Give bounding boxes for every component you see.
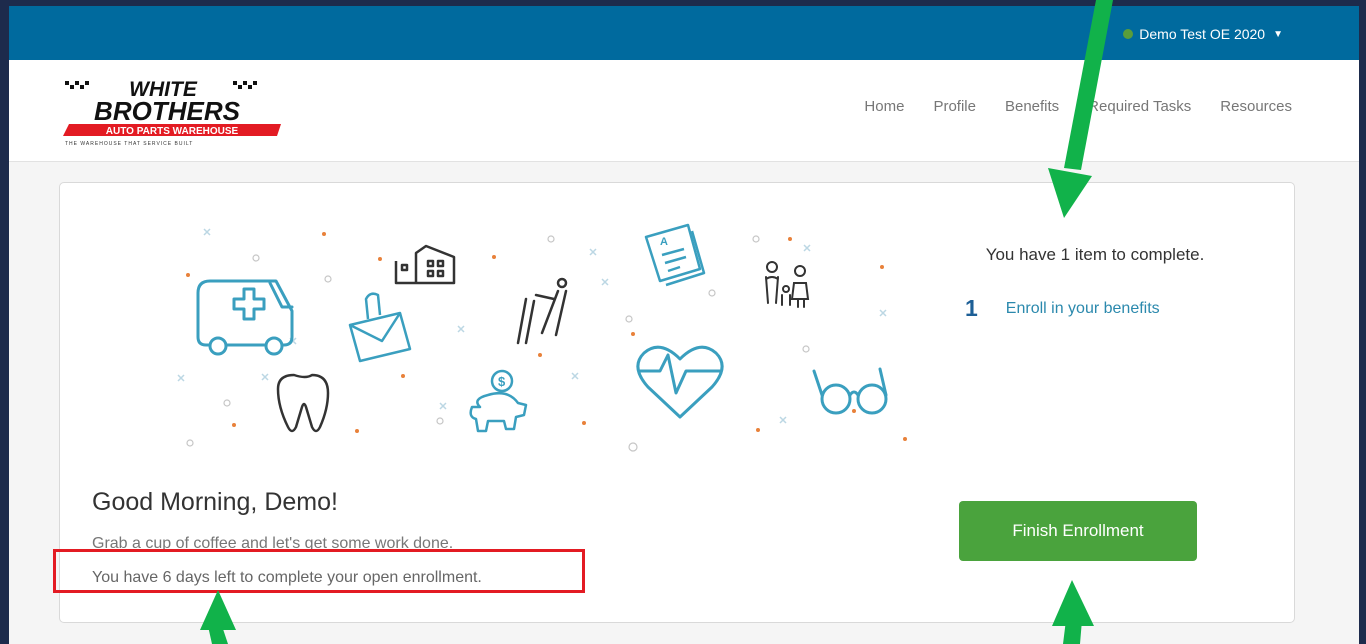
piggy-bank-icon: $ bbox=[469, 369, 528, 433]
logo-line-3: AUTO PARTS WAREHOUSE bbox=[106, 126, 239, 137]
finish-enrollment-button[interactable]: Finish Enrollment bbox=[959, 501, 1197, 561]
greeting-heading: Good Morning, Demo! bbox=[92, 488, 338, 516]
tooth-icon bbox=[276, 373, 330, 433]
svg-text:$: $ bbox=[498, 374, 506, 389]
heart-monitor-icon bbox=[636, 345, 724, 419]
top-bar: Demo Test OE 2020 ▼ bbox=[9, 6, 1359, 60]
enroll-benefits-link[interactable]: Enroll in your benefits bbox=[1006, 300, 1160, 318]
benefits-illustration: A $ bbox=[177, 223, 907, 452]
welcome-card: A $ Good Morning, Demo! Grab a cup of co… bbox=[59, 182, 1295, 623]
svg-text:A: A bbox=[660, 236, 668, 248]
caret-down-icon: ▼ bbox=[1273, 28, 1283, 40]
logo-line-2: BROTHERS bbox=[94, 96, 241, 126]
nav-profile[interactable]: Profile bbox=[933, 98, 976, 115]
crutches-icon bbox=[516, 277, 568, 345]
task-number: 1 bbox=[965, 295, 978, 321]
main-nav: Home Profile Benefits Required Tasks Res… bbox=[864, 98, 1292, 115]
greeting-subtext: Grab a cup of coffee and let's get some … bbox=[92, 535, 454, 552]
task-item: 1 Enroll in your benefits bbox=[965, 295, 1160, 322]
app-window: Demo Test OE 2020 ▼ WHITE BROTHERS AUTO … bbox=[9, 6, 1359, 644]
nav-benefits[interactable]: Benefits bbox=[1005, 98, 1059, 115]
logo-tagline: THE WAREHOUSE THAT SERVICE BUILT bbox=[65, 141, 193, 147]
decorative-sprinkles bbox=[177, 228, 907, 452]
company-logo[interactable]: WHITE BROTHERS AUTO PARTS WAREHOUSE THE … bbox=[59, 76, 281, 148]
nav-required-tasks[interactable]: Required Tasks bbox=[1088, 98, 1191, 115]
site-header: WHITE BROTHERS AUTO PARTS WAREHOUSE THE … bbox=[9, 60, 1359, 162]
ambulance-icon bbox=[196, 279, 294, 356]
nav-home[interactable]: Home bbox=[864, 98, 904, 115]
document-icon: A bbox=[644, 223, 706, 287]
enrollment-deadline-text: You have 6 days left to complete your op… bbox=[92, 569, 482, 586]
glasses-icon bbox=[812, 367, 888, 415]
envelope-icon bbox=[348, 292, 412, 363]
tasks-summary: You have 1 item to complete. bbox=[985, 245, 1205, 264]
family-icon bbox=[765, 261, 810, 308]
user-menu[interactable]: Demo Test OE 2020 ▼ bbox=[1123, 26, 1283, 42]
user-name: Demo Test OE 2020 bbox=[1139, 26, 1266, 42]
nav-resources[interactable]: Resources bbox=[1220, 98, 1292, 115]
user-status-icon bbox=[1123, 29, 1134, 39]
building-icon bbox=[394, 244, 456, 285]
